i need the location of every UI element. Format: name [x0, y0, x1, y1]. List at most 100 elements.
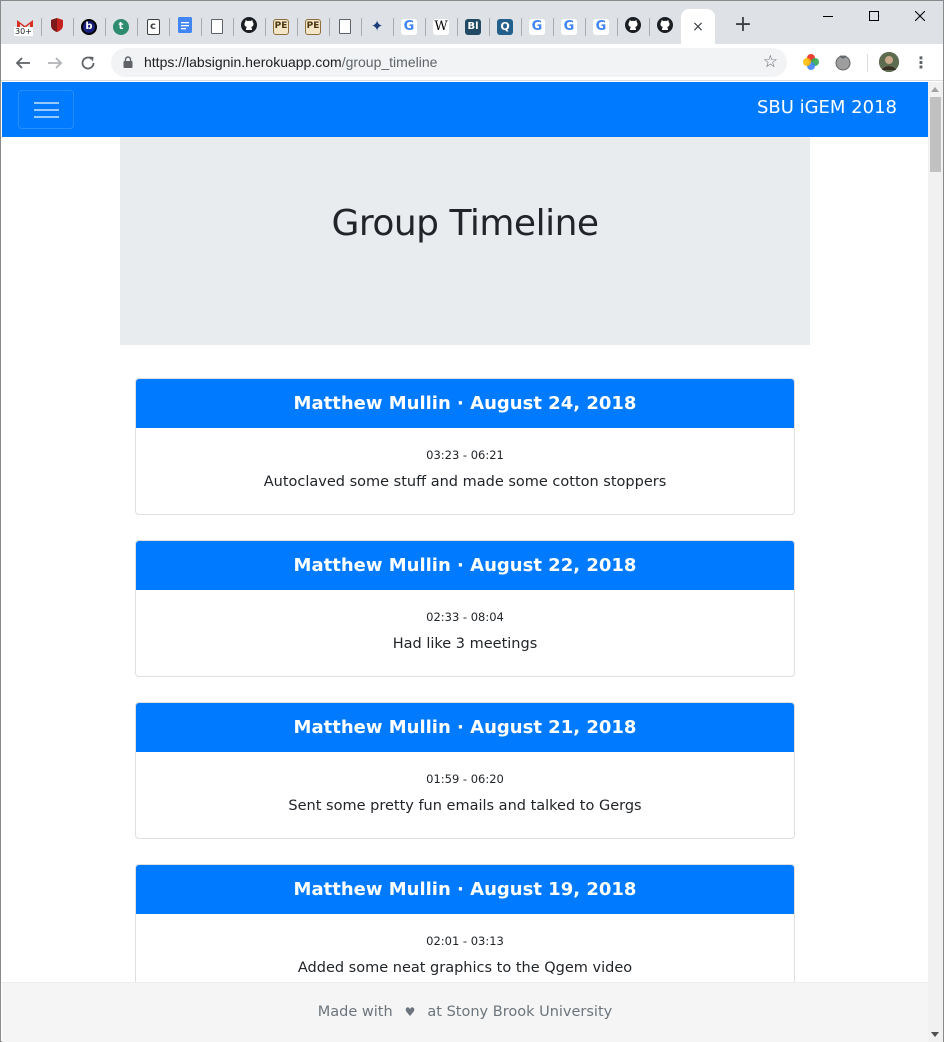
tab-strip: 30+ b t c PE PE ✦ G W Bl Q G G G × + [1, 1, 943, 44]
pe-icon: PE [305, 18, 321, 35]
card-body: 02:33 - 08:04 Had like 3 meetings [136, 590, 794, 652]
navbar: SBU iGEM 2018 [2, 82, 928, 137]
time-range: 03:23 - 06:21 [426, 448, 504, 462]
vertical-scrollbar[interactable] [928, 82, 943, 1042]
tab-t[interactable]: t [105, 9, 137, 44]
card-body: 02:01 - 03:13 Added some neat graphics t… [136, 914, 794, 976]
tab-github-3[interactable] [649, 9, 681, 44]
footer-text-after: at Stony Brook University [427, 1004, 613, 1020]
close-tab-icon[interactable]: × [692, 19, 704, 35]
gmail-icon: 30+ [14, 18, 34, 36]
entry-description: Added some neat graphics to the Qgem vid… [297, 960, 633, 976]
tab-google-docs[interactable] [169, 9, 201, 44]
tab-gmail[interactable]: 30+ [9, 9, 41, 44]
bl-icon: Bl [465, 18, 481, 35]
hamburger-icon-bar [34, 109, 59, 111]
toolbar-divider [867, 54, 868, 72]
github-icon [625, 16, 641, 37]
tab-shield[interactable] [41, 9, 73, 44]
tab-pe-1[interactable]: PE [265, 9, 297, 44]
tab-wikipedia[interactable]: W [425, 9, 457, 44]
tab-google-2[interactable]: G [521, 9, 553, 44]
close-icon [915, 11, 925, 21]
maximize-button[interactable] [851, 1, 897, 31]
scroll-thumb[interactable] [930, 97, 941, 172]
b-circle-icon: b [81, 18, 97, 35]
card-header: Matthew Mullin · August 19, 2018 [136, 865, 794, 914]
entry-description: Autoclaved some stuff and made some cott… [263, 474, 667, 490]
forward-button[interactable] [41, 49, 69, 77]
tab-blank-1[interactable] [201, 9, 233, 44]
browser-menu-icon[interactable]: ⋮ [911, 52, 931, 72]
new-tab-button[interactable]: + [730, 11, 756, 37]
timeline-card: Matthew Mullin · August 19, 2018 02:01 -… [135, 864, 795, 1001]
scroll-down-arrow-icon[interactable] [931, 1032, 939, 1037]
pe-icon: PE [273, 18, 289, 35]
google-icon: G [561, 18, 577, 35]
tab-pe-2[interactable]: PE [297, 9, 329, 44]
reload-button[interactable] [74, 49, 102, 77]
card-header: Matthew Mullin · August 22, 2018 [136, 541, 794, 590]
tab-active[interactable]: × [681, 9, 715, 44]
shield-icon [49, 17, 65, 37]
google-docs-icon [178, 16, 192, 37]
time-range: 02:01 - 03:13 [426, 934, 504, 948]
address-bar[interactable]: https://labsignin.herokuapp.com/group_ti… [111, 48, 787, 77]
doc-c-icon: c [146, 18, 160, 35]
minimize-button[interactable] [805, 1, 851, 31]
unread-badge: 30+ [14, 26, 33, 36]
card-body: 03:23 - 06:21 Autoclaved some stuff and … [136, 428, 794, 490]
q-icon: Q [497, 18, 513, 35]
tomato-icon [835, 55, 851, 71]
bookmark-star-icon[interactable]: ☆ [763, 52, 778, 72]
hamburger-icon [34, 102, 59, 104]
profile-avatar[interactable] [879, 52, 899, 72]
google-icon: G [529, 18, 545, 35]
entry-description: Sent some pretty fun emails and talked t… [288, 798, 642, 814]
github-icon [241, 16, 257, 37]
tab-b[interactable]: b [73, 9, 105, 44]
card-header: Matthew Mullin · August 21, 2018 [136, 703, 794, 752]
heart-icon: ♥ [404, 1005, 416, 1019]
tab-bl[interactable]: Bl [457, 9, 489, 44]
tab-google-4[interactable]: G [585, 9, 617, 44]
card-header: Matthew Mullin · August 24, 2018 [136, 379, 794, 428]
page-viewport: SBU iGEM 2018 Group Timeline Matthew Mul… [2, 82, 928, 1042]
tab-github-1[interactable] [233, 9, 265, 44]
arrow-left-icon [15, 57, 30, 69]
scroll-up-arrow-icon[interactable] [931, 87, 939, 92]
tomato-extension-icon[interactable] [833, 52, 853, 72]
hamburger-icon-bar [34, 116, 59, 118]
url-text[interactable]: https://labsignin.herokuapp.com/group_ti… [144, 54, 437, 70]
tab-list: 30+ b t c PE PE ✦ G W Bl Q G G G × [9, 9, 715, 44]
tab-blank-2[interactable] [329, 9, 361, 44]
time-range: 01:59 - 06:20 [426, 772, 504, 786]
url-path: /group_timeline [341, 54, 438, 70]
lock-icon [123, 56, 133, 68]
navbar-brand[interactable]: SBU iGEM 2018 [757, 97, 897, 118]
color-picker-extension-icon[interactable] [801, 52, 821, 72]
page-title: Group Timeline [331, 203, 599, 244]
tab-sparkle[interactable]: ✦ [361, 9, 393, 44]
tab-q[interactable]: Q [489, 9, 521, 44]
wikipedia-icon: W [433, 18, 449, 35]
color-wheel-icon [803, 54, 819, 70]
tab-doc-c[interactable]: c [137, 9, 169, 44]
card-body: 01:59 - 06:20 Sent some pretty fun email… [136, 752, 794, 814]
github-icon [657, 16, 673, 37]
google-icon: G [401, 18, 417, 35]
navbar-toggle-button[interactable] [18, 90, 74, 129]
close-window-button[interactable] [897, 1, 943, 31]
back-button[interactable] [9, 49, 37, 77]
avatar-icon [879, 52, 899, 72]
reload-icon [81, 56, 95, 70]
entry-description: Had like 3 meetings [392, 636, 538, 652]
arrow-right-icon [48, 57, 63, 69]
tab-github-2[interactable] [617, 9, 649, 44]
tab-google-3[interactable]: G [553, 9, 585, 44]
footer: Made with ♥ at Stony Brook University [2, 982, 928, 1042]
tab-google-1[interactable]: G [393, 9, 425, 44]
timeline-card: Matthew Mullin · August 22, 2018 02:33 -… [135, 540, 795, 677]
sparkle-icon: ✦ [370, 17, 384, 35]
google-icon: G [593, 18, 609, 35]
